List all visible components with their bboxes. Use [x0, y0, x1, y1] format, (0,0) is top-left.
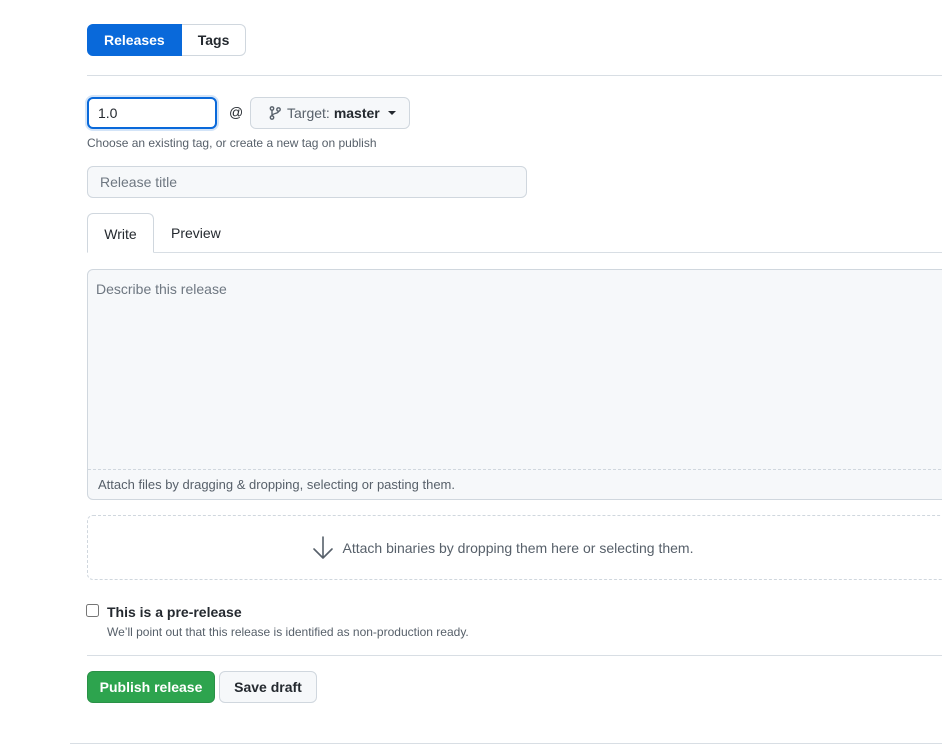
target-branch-button[interactable]: Target: master [250, 97, 410, 129]
arrow-down-icon [311, 535, 335, 561]
tag-hint: Choose an existing tag, or create a new … [87, 136, 377, 150]
binaries-dropzone[interactable]: Attach binaries by dropping them here or… [87, 515, 942, 580]
tab-preview[interactable]: Preview [171, 213, 221, 253]
prerelease-checkbox[interactable] [86, 604, 99, 617]
tags-tab[interactable]: Tags [181, 24, 247, 56]
git-branch-icon [267, 105, 283, 121]
new-release-page: Releases Tags @ Target: master Choose an… [0, 0, 942, 746]
tab-write[interactable]: Write [87, 213, 154, 253]
description-editor: Attach files by dragging & dropping, sel… [87, 269, 942, 500]
releases-subnav: Releases Tags [87, 24, 247, 56]
top-divider [87, 75, 942, 76]
prerelease-label[interactable]: This is a pre-release [107, 604, 242, 620]
attach-files-bar[interactable]: Attach files by dragging & dropping, sel… [88, 469, 942, 499]
tag-input[interactable] [87, 97, 217, 129]
footer-divider [70, 743, 942, 744]
target-branch-name: master [333, 105, 380, 121]
publish-release-button[interactable]: Publish release [87, 671, 215, 703]
release-title-input[interactable] [87, 166, 527, 198]
save-draft-button[interactable]: Save draft [219, 671, 317, 703]
actions-divider [87, 655, 942, 656]
at-separator: @ [229, 104, 244, 120]
prerelease-note: We’ll point out that this release is ide… [107, 625, 469, 639]
target-prefix: Target: [287, 105, 330, 121]
binaries-label: Attach binaries by dropping them here or… [342, 539, 694, 556]
description-textarea[interactable] [88, 270, 942, 469]
caret-down-icon [387, 111, 396, 115]
releases-tab[interactable]: Releases [87, 24, 182, 56]
